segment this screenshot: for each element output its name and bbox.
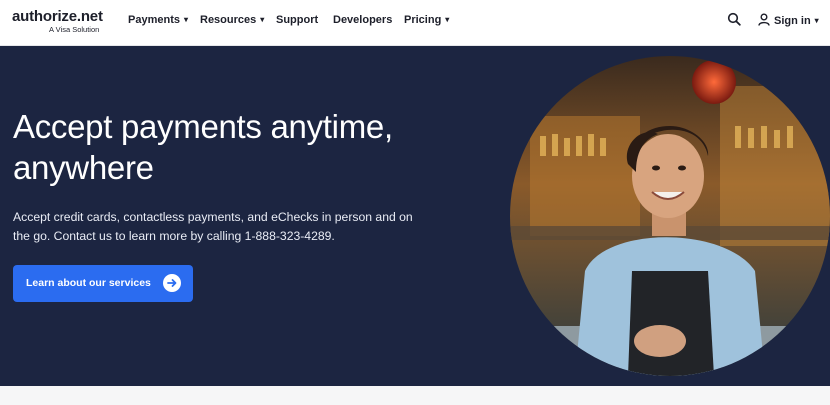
chevron-down-icon: ▾ xyxy=(445,15,450,24)
arrow-right-circle-icon xyxy=(163,274,181,292)
hero-headline: Accept payments anytime, anywhere xyxy=(13,108,393,186)
footer-strip xyxy=(0,386,830,405)
logo-tagline: A Visa Solution xyxy=(49,25,100,34)
authorize-net-logo[interactable]: authorize.net A Visa Solution xyxy=(12,8,103,34)
logo-wordmark: authorize.net xyxy=(12,8,103,25)
nav-developers[interactable]: Developers xyxy=(333,14,392,26)
nav-resources-label: Resources xyxy=(200,14,257,26)
top-navigation: authorize.net A Visa Solution Payments ▾ … xyxy=(0,0,830,46)
nav-developers-label: Developers xyxy=(333,14,393,26)
learn-services-button[interactable]: Learn about our services xyxy=(13,265,193,302)
hero-section: Accept payments anytime, anywhere Accept… xyxy=(0,46,830,386)
cta-label: Learn about our services xyxy=(26,277,151,289)
nav-pricing-label: Pricing xyxy=(404,14,442,26)
nav-support-label: Support xyxy=(276,14,319,26)
nav-support[interactable]: Support xyxy=(276,14,318,26)
nav-payments-label: Payments xyxy=(128,14,180,26)
user-icon xyxy=(758,13,770,26)
search-button[interactable] xyxy=(727,12,741,31)
nav-payments[interactable]: Payments ▾ xyxy=(128,14,188,26)
chevron-down-icon: ▾ xyxy=(183,15,188,24)
chevron-down-icon: ▾ xyxy=(260,15,265,24)
nav-pricing[interactable]: Pricing ▾ xyxy=(404,14,449,26)
signin-button[interactable]: Sign in ▾ xyxy=(758,13,819,27)
hero-subtext: Accept credit cards, contactless payment… xyxy=(13,210,413,243)
search-icon xyxy=(727,12,741,26)
chevron-down-icon: ▾ xyxy=(814,16,819,25)
signin-label: Sign in xyxy=(774,15,811,27)
nav-resources[interactable]: Resources ▾ xyxy=(200,14,264,26)
hero-photo xyxy=(510,56,830,376)
